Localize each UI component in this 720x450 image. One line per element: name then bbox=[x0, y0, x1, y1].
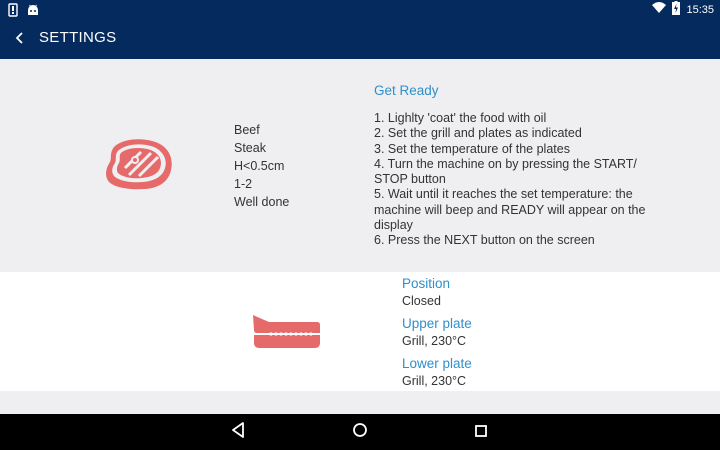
position-label: Position bbox=[402, 276, 451, 291]
back-button[interactable] bbox=[8, 26, 32, 50]
instruction-step: STOP button bbox=[374, 172, 446, 187]
lower-plate-label: Lower plate bbox=[402, 356, 472, 371]
back-chevron-icon bbox=[15, 29, 25, 48]
page-title: SETTINGS bbox=[39, 29, 117, 46]
steak-icon bbox=[105, 138, 175, 196]
instructions-title: Get Ready bbox=[374, 83, 439, 98]
upper-plate-label: Upper plate bbox=[402, 316, 472, 331]
home-circle-icon bbox=[352, 422, 368, 442]
status-time: 15:35 bbox=[686, 3, 714, 16]
instruction-step: 6. Press the NEXT button on the screen bbox=[374, 233, 595, 248]
instruction-step: 4. Turn the machine on by pressing the S… bbox=[374, 156, 637, 171]
app-bar: SETTINGS bbox=[0, 18, 720, 59]
instruction-step: machine will beep and READY will appear … bbox=[374, 202, 646, 217]
instruction-step: 1. Lighlty 'coat' the food with oil bbox=[374, 111, 547, 125]
instruction-step: 5. Wait until it reaches the set tempera… bbox=[374, 187, 633, 202]
recents-square-icon bbox=[474, 423, 488, 442]
battery-charging-icon bbox=[672, 1, 681, 18]
wifi-icon bbox=[652, 2, 667, 17]
food-details: Beef Steak H<0.5cm 1-2 Well done bbox=[234, 121, 289, 211]
closed-grill-plates-icon bbox=[251, 313, 321, 355]
food-thickness: H<0.5cm bbox=[234, 159, 285, 173]
position-value: Closed bbox=[402, 294, 441, 308]
food-doneness: Well done bbox=[234, 195, 290, 209]
upper-plate-value: Grill, 230°C bbox=[402, 334, 467, 348]
back-triangle-icon bbox=[231, 422, 245, 442]
instructions: Get Ready 1. Lighlty 'coat' the food wit… bbox=[374, 83, 690, 249]
food-quantity: 1-2 bbox=[234, 177, 253, 191]
instruction-step: 2. Set the grill and plates as indicated bbox=[374, 126, 582, 141]
lower-plate-value: Grill, 230°C bbox=[402, 374, 467, 388]
status-bar: 15:35 bbox=[0, 0, 720, 18]
bottom-spacer bbox=[0, 391, 720, 414]
food-cut: Steak bbox=[234, 141, 266, 155]
nav-back-button[interactable] bbox=[228, 422, 248, 442]
nav-home-button[interactable] bbox=[350, 422, 370, 442]
instruction-step: 3. Set the temperature of the plates bbox=[374, 141, 570, 156]
navigation-bar bbox=[0, 414, 720, 450]
grill-settings-panel bbox=[0, 272, 720, 391]
nav-recents-button[interactable] bbox=[471, 422, 491, 442]
instruction-step: display bbox=[374, 218, 413, 233]
food-type: Beef bbox=[234, 123, 260, 137]
grill-settings-list: Position Closed Upper plate Grill, 230°C… bbox=[402, 275, 472, 395]
